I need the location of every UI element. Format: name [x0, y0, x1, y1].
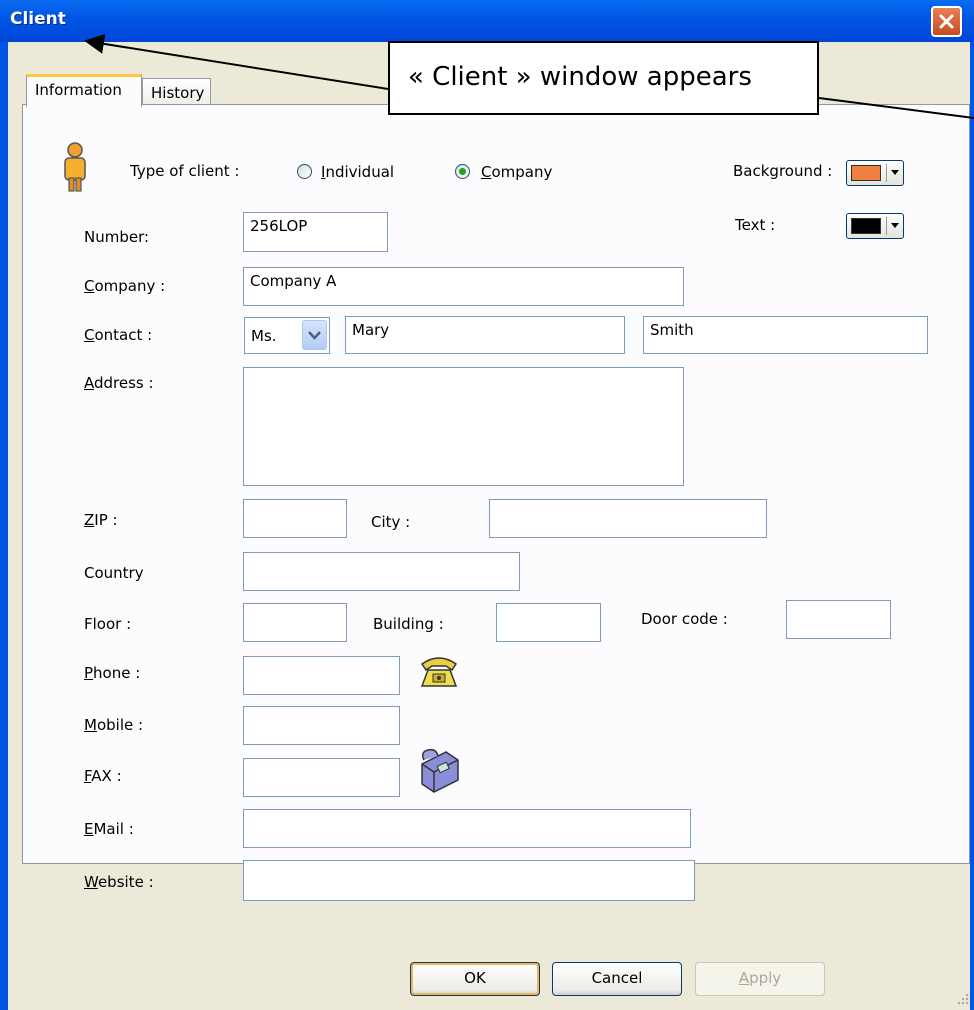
fax-machine-icon	[421, 748, 459, 793]
phone-label: Phone :	[84, 664, 141, 682]
zip-label: ZIP :	[84, 511, 118, 529]
company-type-label[interactable]: Company	[481, 163, 552, 181]
last-name-field[interactable]: Smith	[643, 316, 928, 354]
title-dropdown-button[interactable]	[302, 320, 327, 350]
mobile-field[interactable]	[243, 706, 400, 745]
resize-grip-icon[interactable]	[956, 992, 970, 1006]
annotation-arrow	[84, 33, 974, 119]
building-field[interactable]	[496, 603, 601, 642]
floor-field[interactable]	[243, 603, 347, 642]
telephone-icon	[420, 657, 458, 687]
city-label: City :	[371, 513, 411, 531]
ok-button[interactable]: OK	[410, 962, 540, 996]
fax-label: FAX :	[84, 767, 122, 785]
title-value: Ms.	[251, 327, 277, 345]
zip-field[interactable]	[243, 499, 347, 538]
address-field[interactable]	[243, 367, 684, 486]
company-label: Company :	[84, 277, 166, 295]
phone-field[interactable]	[243, 656, 400, 695]
background-color-picker[interactable]	[846, 160, 904, 186]
country-field[interactable]	[243, 552, 520, 591]
mobile-label: Mobile :	[84, 716, 144, 734]
text-swatch	[851, 218, 881, 234]
text-color-label: Text :	[735, 216, 776, 234]
contact-label: Contact :	[84, 326, 153, 344]
cancel-button[interactable]: Cancel	[552, 962, 682, 996]
background-swatch	[851, 165, 881, 181]
website-field[interactable]	[243, 860, 695, 901]
door-code-label: Door code :	[641, 610, 728, 628]
email-label: EMail :	[84, 820, 134, 838]
individual-label[interactable]: Individual	[321, 163, 394, 181]
address-label: Address :	[84, 374, 154, 392]
individual-radio[interactable]	[297, 164, 312, 179]
chevron-down-icon	[891, 170, 899, 175]
number-field[interactable]: 256LOP	[243, 212, 388, 252]
client-type-label: Type of client :	[130, 162, 240, 180]
company-field[interactable]: Company A	[243, 267, 684, 306]
chevron-down-icon	[891, 223, 899, 228]
apply-button[interactable]: Apply	[695, 962, 825, 996]
title-select[interactable]: Ms.	[244, 317, 330, 354]
website-label: Website :	[84, 873, 154, 891]
city-field[interactable]	[489, 499, 767, 538]
chevron-down-icon	[308, 331, 321, 340]
building-label: Building :	[373, 615, 444, 633]
company-radio[interactable]	[455, 164, 470, 179]
country-label: Country	[84, 564, 144, 582]
background-label: Background :	[733, 162, 833, 180]
fax-field[interactable]	[243, 758, 400, 797]
door-code-field[interactable]	[786, 600, 891, 639]
first-name-field[interactable]: Mary	[345, 316, 625, 354]
person-icon	[64, 142, 86, 192]
email-field[interactable]	[243, 809, 691, 848]
floor-label: Floor :	[84, 615, 132, 633]
number-label: Number:	[84, 228, 150, 246]
text-color-picker[interactable]	[846, 213, 904, 239]
client-window: Client Information History Type of clien…	[0, 0, 974, 1010]
